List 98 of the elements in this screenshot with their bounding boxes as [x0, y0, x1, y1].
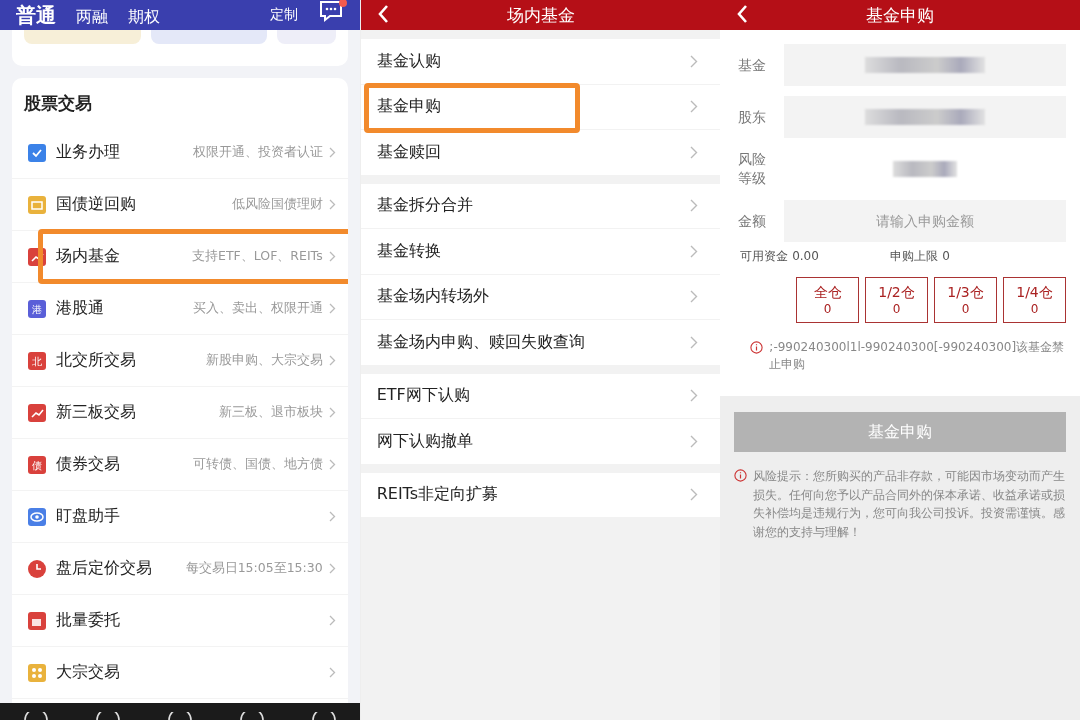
item-title: 网下认购撤单	[376, 430, 473, 452]
value-field[interactable]	[784, 44, 1066, 86]
item-subtitle: 可转债、国债、地方债	[191, 456, 323, 473]
chevron-icon	[328, 407, 336, 418]
item-title: 盘后定价交易	[56, 558, 152, 579]
item-subtitle: 买入、卖出、权限开通	[191, 300, 323, 317]
item-title: 基金认购	[376, 50, 441, 72]
nav-icon[interactable]	[22, 712, 49, 720]
nav-icon[interactable]	[310, 712, 337, 720]
menu-item[interactable]: 债 债券交易 可转债、国债、地方债	[12, 439, 348, 491]
tab[interactable]: 两融	[76, 6, 108, 28]
item-subtitle: 新股申购、大宗交易	[204, 352, 323, 369]
available-funds: 可用资金 0.00	[740, 248, 820, 265]
chevron-icon	[328, 303, 336, 314]
tab[interactable]: 普通	[16, 1, 56, 29]
item-title: 债券交易	[56, 454, 120, 475]
customize-button[interactable]: 定制	[263, 5, 304, 25]
nav-icon[interactable]	[166, 712, 193, 720]
position-button[interactable]: 1/4仓 0	[1003, 277, 1066, 323]
item-title: 基金场内转场外	[376, 286, 489, 308]
blurred-value	[893, 161, 958, 177]
chevron-icon	[690, 335, 699, 349]
item-title: 盯盘助手	[56, 506, 120, 527]
risk-notice: 风险提示：您所购买的产品非存款，可能因市场变动而产生损失。任何向您予以产品合同外的保本承诺、收益承诺或损失补偿均是违规行为，您可向我公司投诉。投资需谨慎。感谢您的支持与理解！	[753, 468, 1066, 541]
info-icon	[734, 469, 748, 482]
item-title: 基金场内申购、赎回失败查询	[376, 331, 585, 353]
item-title: 基金赎回	[376, 141, 441, 163]
nav-icon[interactable]	[94, 712, 121, 720]
chevron-icon	[328, 511, 336, 522]
menu-item[interactable]: 港 港股通 买入、卖出、权限开通	[12, 283, 348, 335]
nav-icon[interactable]	[238, 712, 265, 720]
item-title: 国债逆回购	[56, 194, 136, 215]
item-title: 港股通	[56, 298, 104, 319]
back-icon[interactable]	[736, 4, 749, 24]
chevron-icon	[328, 459, 336, 470]
chevron-icon	[690, 100, 699, 114]
item-title: 基金转换	[376, 240, 441, 262]
chevron-icon	[690, 434, 699, 448]
item-title: 大宗交易	[56, 662, 120, 683]
glyph-icon: 北	[28, 351, 46, 370]
item-title: 批量委托	[56, 610, 120, 631]
glyph-icon: 港	[28, 299, 46, 318]
item-title: 场内基金	[56, 246, 120, 267]
error-message: ;-990240300l1l-990240300[-990240300]该基金禁止申购	[769, 339, 1066, 373]
purchase-limit: 申购上限 0	[890, 248, 950, 265]
tab[interactable]: 期权	[128, 6, 160, 28]
section-title: 股票交易	[23, 92, 93, 115]
value-field[interactable]	[784, 96, 1066, 138]
item-title: 基金拆分合并	[376, 195, 473, 217]
field-label: 股东	[738, 107, 767, 127]
item-title: REITs非定向扩募	[376, 484, 499, 506]
field-label: 金额	[738, 211, 767, 231]
message-icon[interactable]	[317, 0, 348, 25]
item-subtitle: 支持ETF、LOF、REITs	[191, 248, 323, 265]
chevron-icon	[328, 667, 336, 678]
chevron-icon	[328, 355, 336, 366]
item-title: 北交所交易	[56, 350, 136, 371]
page-title: 基金申购	[866, 3, 935, 27]
menu-item[interactable]: 盘后定价交易 每交易日15:05至15:30	[12, 543, 348, 595]
amount-field[interactable]: 请输入申购金额	[784, 200, 1066, 242]
menu-item[interactable]: 场内基金 支持ETF、LOF、REITs	[12, 231, 348, 283]
menu-item[interactable]: 基金申购	[360, 84, 721, 130]
glyph-icon: 债	[28, 455, 46, 474]
field-label: 风险等级	[738, 150, 767, 188]
chevron-icon	[328, 251, 336, 262]
chevron-icon	[690, 145, 699, 159]
back-icon[interactable]	[376, 4, 389, 24]
menu-item[interactable]: 新三板交易 新三板、退市板块	[12, 387, 348, 439]
menu-item[interactable]: 国债逆回购 低风险国债理财	[12, 179, 348, 231]
item-title: 基金申购	[376, 96, 441, 118]
item-subtitle: 低风险国债理财	[230, 196, 323, 213]
item-subtitle: 新三板、退市板块	[217, 404, 323, 421]
menu-item[interactable]: 盯盘助手	[12, 491, 348, 543]
item-subtitle: 每交易日15:05至15:30	[184, 560, 323, 577]
position-button[interactable]: 1/3仓 0	[934, 277, 997, 323]
chevron-icon	[328, 563, 336, 574]
menu-item[interactable]: 业务办理 权限开通、投资者认证	[12, 127, 348, 179]
position-button[interactable]: 1/2仓 0	[865, 277, 928, 323]
chevron-icon	[328, 615, 336, 626]
chevron-icon	[690, 54, 699, 68]
menu-item[interactable]: 批量委托	[12, 595, 348, 647]
info-icon	[750, 341, 764, 354]
menu-item[interactable]: 北 北交所交易 新股申购、大宗交易	[12, 335, 348, 387]
menu-item[interactable]: 大宗交易	[12, 647, 348, 699]
position-button[interactable]: 全仓 0	[796, 277, 859, 323]
chevron-icon	[690, 488, 699, 502]
chevron-icon	[328, 199, 336, 210]
chevron-icon	[690, 244, 699, 258]
item-title: 业务办理	[56, 142, 120, 163]
item-title: 新三板交易	[56, 402, 136, 423]
chevron-icon	[690, 389, 699, 403]
field-label: 基金	[738, 55, 767, 75]
chevron-icon	[328, 147, 336, 158]
page-title: 场内基金	[506, 3, 575, 27]
chevron-icon	[690, 199, 699, 213]
chevron-icon	[690, 290, 699, 304]
item-title: ETF网下认购	[376, 385, 470, 407]
item-subtitle: 权限开通、投资者认证	[191, 144, 323, 161]
